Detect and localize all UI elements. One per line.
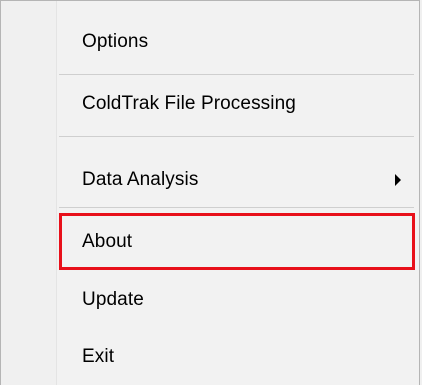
menu-item-options[interactable]: Options <box>56 23 419 61</box>
menu-separator <box>59 74 414 75</box>
menu-item-label: Data Analysis <box>82 169 199 190</box>
menu-item-label: Exit <box>82 346 115 367</box>
context-menu: Options ColdTrak File Processing Data An… <box>0 0 420 385</box>
menu-item-about[interactable]: About <box>56 223 419 261</box>
menu-item-data-analysis[interactable]: Data Analysis <box>56 161 419 199</box>
menu-item-label: ColdTrak File Processing <box>82 93 296 114</box>
menu-item-update[interactable]: Update <box>56 281 419 319</box>
menu-item-coldtrak-file-processing[interactable]: ColdTrak File Processing <box>56 85 419 123</box>
menu-item-exit[interactable]: Exit <box>56 338 419 376</box>
menu-separator <box>59 136 414 137</box>
menu-item-label: Options <box>82 31 149 52</box>
menu-separator <box>59 207 414 208</box>
menu-item-label: Update <box>82 289 144 310</box>
menu-icon-gutter <box>1 1 57 385</box>
chevron-right-icon <box>395 174 401 186</box>
menu-item-label: About <box>82 231 133 252</box>
